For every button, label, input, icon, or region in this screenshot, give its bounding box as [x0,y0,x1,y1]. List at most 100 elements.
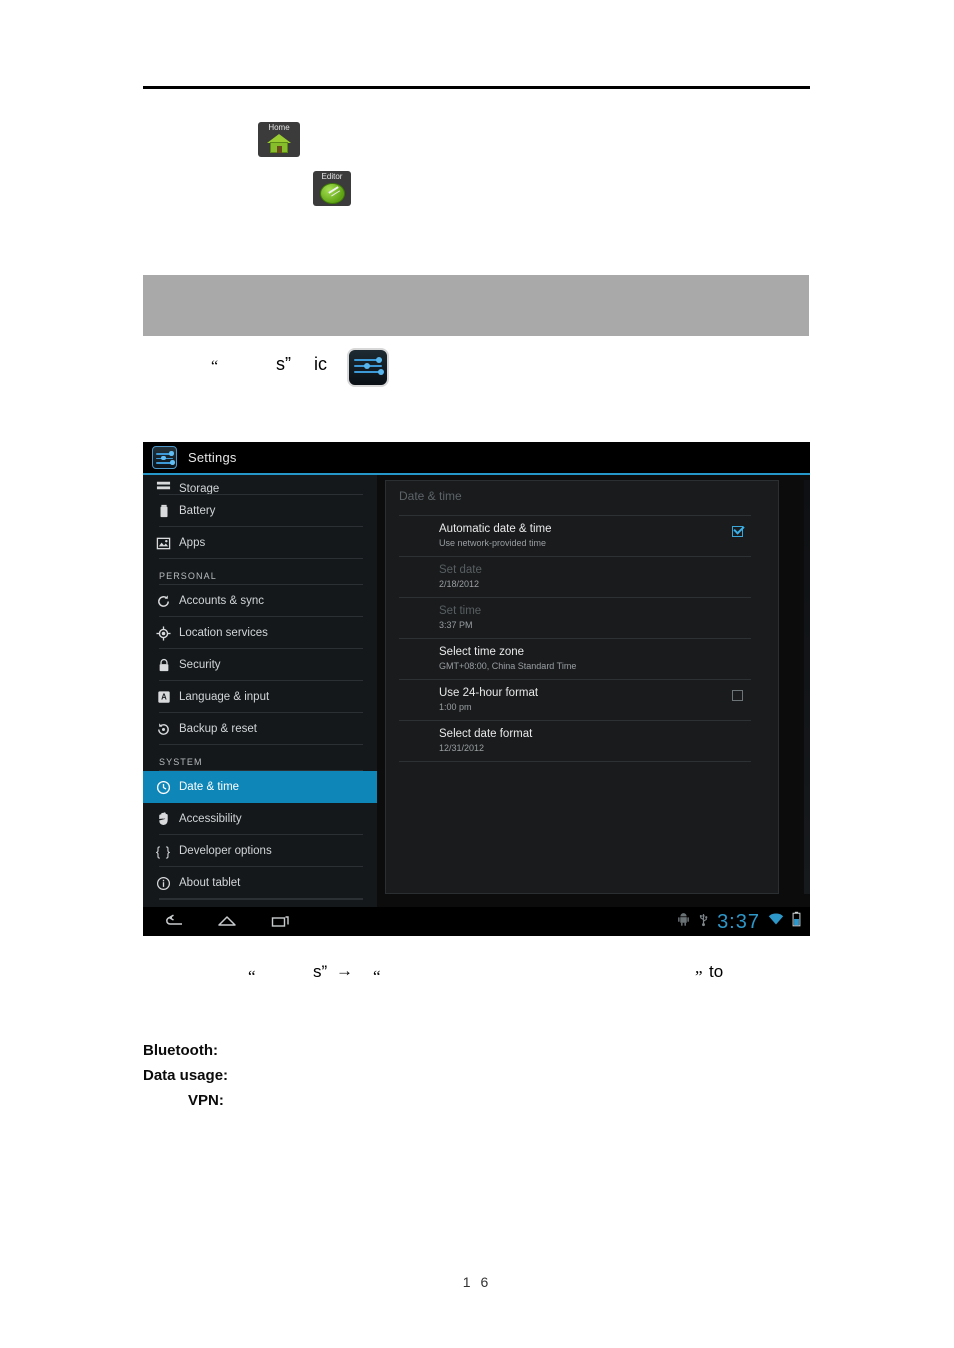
option-subtitle: 1:00 pm [439,702,472,712]
home-app-icon[interactable]: Home [258,122,300,157]
sidebar-item-label: Battery [179,505,216,517]
hand-icon [155,811,172,828]
sidebar-item-location-services[interactable]: Location services [143,617,377,649]
inline-trailing-text: ic [314,354,327,374]
date-time-options-list: Automatic date & time Use network-provid… [399,515,751,762]
instruction-fragment-s: s” [313,962,328,981]
option-use-24-hour-format[interactable]: Use 24-hour format 1:00 pm [399,679,751,720]
settings-detail-pane: Date & time Automatic date & time Use ne… [377,475,810,907]
sidebar-item-label: Accounts & sync [179,595,265,607]
option-title: Set date [439,564,482,576]
settings-title-bar: Settings [143,442,810,473]
term-vpn: VPN: [188,1092,224,1109]
instruction-trailing-text: to [709,962,724,981]
back-icon[interactable] [163,913,185,930]
option-subtitle: GMT+08:00, China Standard Time [439,661,577,671]
sidebar-item-storage[interactable]: Storage [143,475,377,495]
sidebar-item-about-tablet[interactable]: About tablet [143,867,377,899]
house-icon [267,134,291,153]
sidebar-group-personal: PERSONAL [143,559,377,585]
recent-apps-icon[interactable] [270,913,292,930]
location-icon [155,625,172,642]
svg-text:A: A [161,693,167,702]
usb-icon [698,912,709,932]
option-select-date-format[interactable]: Select date format 12/31/2012 [399,720,751,762]
sidebar-item-label: Developer options [179,845,272,857]
option-title: Select date format [439,728,533,740]
term-bluetooth: Bluetooth: [143,1042,218,1059]
sidebar-item-backup-reset[interactable]: Backup & reset [143,713,377,745]
info-icon [155,875,172,892]
sidebar-item-accessibility[interactable]: Accessibility [143,803,377,835]
term-data-usage: Data usage: [143,1067,229,1084]
option-subtitle: 3:37 PM [439,620,473,630]
option-title: Select time zone [439,646,525,658]
checkbox-use-24-hour-format[interactable] [732,690,743,701]
document-page: Home Editor “ s” ic Settings Storage Bat… [0,0,954,1348]
lock-icon [155,657,172,674]
instruction-quote-open-1: “ [248,967,256,986]
sidebar-item-label: Date & time [179,781,240,793]
keyboard-a-icon: A [155,689,172,706]
term-list: Bluetooth: Data usage: VPN: [143,1038,643,1113]
sidebar-item-label: About tablet [179,877,241,889]
editor-app-icon[interactable]: Editor [313,171,351,206]
home-icon[interactable] [216,913,238,930]
sidebar-item-label: Accessibility [179,813,242,825]
system-status-tray: 3:37 [677,907,801,936]
sidebar-item-battery[interactable]: Battery [143,495,377,527]
option-set-time[interactable]: Set time 3:37 PM [399,597,751,638]
sidebar-item-security[interactable]: Security [143,649,377,681]
checkbox-automatic-date-time[interactable] [732,526,743,537]
sidebar-item-language-input[interactable]: A Language & input [143,681,377,713]
sidebar-item-date-time[interactable]: Date & time [143,771,377,803]
sync-icon [155,593,172,610]
wifi-icon [768,912,784,931]
option-title: Set time [439,605,482,617]
sidebar-item-accounts-sync[interactable]: Accounts & sync [143,585,377,617]
detail-heading: Date & time [399,489,462,503]
instruction-line: “ s” → “ ” to [143,960,823,990]
sidebar-item-label: Language & input [179,691,270,703]
clock-icon [155,779,172,796]
battery-icon [792,911,801,932]
sidebar-item-apps[interactable]: Apps [143,527,377,559]
sidebar-item-label: Security [179,659,221,671]
option-title: Use 24-hour format [439,687,539,699]
option-subtitle: Use network-provided time [439,538,547,548]
option-set-date[interactable]: Set date 2/18/2012 [399,556,751,597]
option-title: Automatic date & time [439,523,552,535]
editor-brush-icon [319,183,345,204]
android-robot-icon [677,912,690,932]
header-rule [143,86,810,89]
editor-app-icon-label: Editor [321,172,343,181]
settings-title: Settings [188,450,237,465]
storage-icon [155,477,172,494]
inline-settings-reference: “ s” ic [143,348,843,388]
option-automatic-date-time[interactable]: Automatic date & time Use network-provid… [399,515,751,556]
option-select-time-zone[interactable]: Select time zone GMT+08:00, China Standa… [399,638,751,679]
detail-scrollbar[interactable] [804,480,810,894]
sidebar-item-label: Backup & reset [179,723,257,735]
sidebar-item-label: Storage [179,483,220,495]
sidebar-item-developer-options[interactable]: { } Developer options [143,835,377,867]
inline-fragment-s: s” [276,354,291,374]
section-banner [143,275,809,336]
settings-app-icon [152,446,177,469]
inline-quote-open: “ [211,358,219,375]
status-clock: 3:37 [717,910,760,933]
instruction-quote-close: ” [695,967,703,986]
system-navigation-bar: 3:37 [143,907,810,936]
backup-reset-icon [155,721,172,738]
tablet-screenshot: Settings Storage Battery Apps PERSONAL A… [143,442,810,936]
braces-icon: { } [155,843,172,859]
sidebar-group-system: SYSTEM [143,745,377,771]
apps-icon [155,535,172,552]
sidebar-item-label: Apps [179,537,206,549]
option-subtitle: 12/31/2012 [439,743,485,753]
sidebar-item-label: Location services [179,627,268,639]
instruction-quote-open-2: “ [373,967,381,986]
settings-icon [347,348,389,387]
page-number: 1 6 [462,1274,492,1290]
option-subtitle: 2/18/2012 [439,579,480,589]
